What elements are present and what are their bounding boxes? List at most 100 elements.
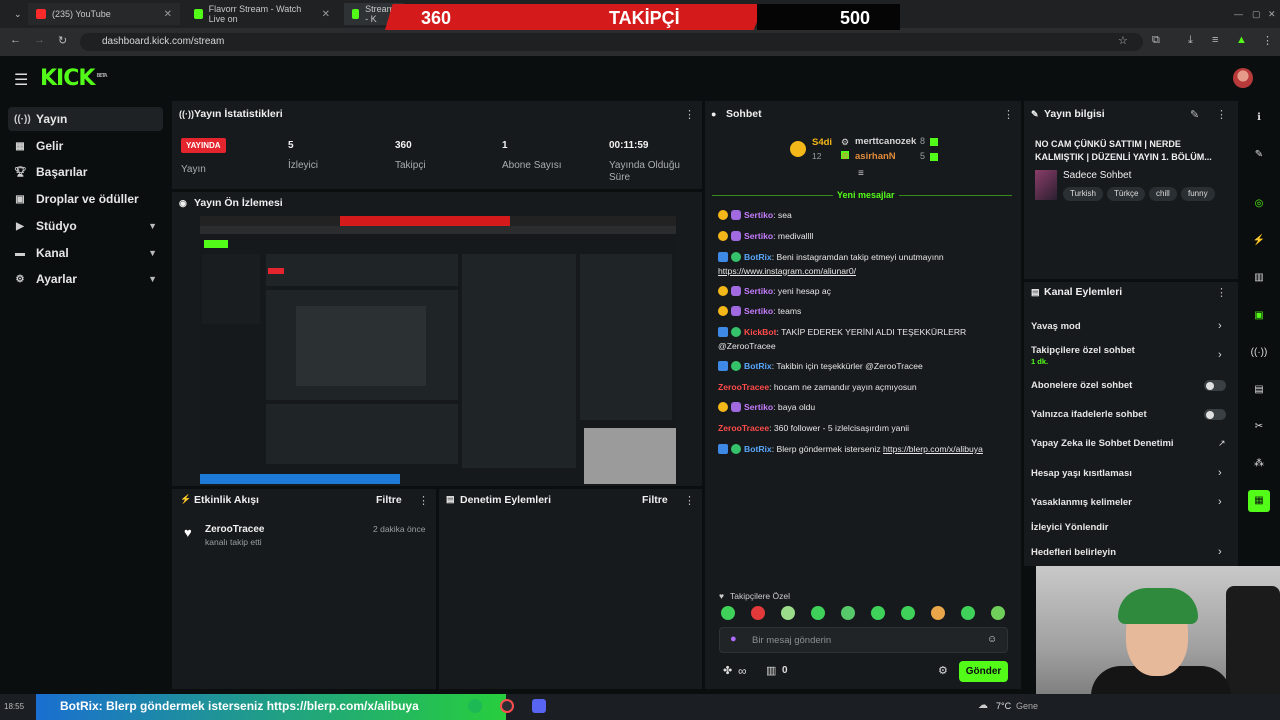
collapse-icon[interactable]: ≡ — [858, 168, 864, 179]
close-icon[interactable]: ✕ — [164, 9, 172, 20]
category-name[interactable]: Sadece Sohbet — [1063, 170, 1131, 181]
sidebar-item-gelir[interactable]: ▦ Gelir — [8, 134, 163, 158]
tag-chip[interactable]: Türkçe — [1107, 187, 1146, 201]
activity-menu-icon[interactable]: ⋮ — [418, 494, 429, 507]
tag-chip[interactable]: chill — [1149, 187, 1177, 201]
back-icon[interactable]: ← — [10, 34, 21, 46]
action-emotes-only[interactable]: Yalnızca ifadelerle sohbet — [1031, 409, 1147, 420]
chat-username[interactable]: ZerooTracee — [718, 423, 769, 433]
gift-icon[interactable]: ▥ — [766, 664, 776, 677]
chat-username[interactable]: KickBot — [744, 327, 776, 337]
stats-menu-icon[interactable]: ⋮ — [684, 108, 695, 121]
action-banned-words[interactable]: Yasaklanmış kelimeler — [1031, 497, 1132, 508]
bookmark-star-icon[interactable]: ☆ — [1118, 34, 1128, 47]
chevron-right-icon[interactable]: › — [1218, 320, 1222, 332]
action-raid[interactable]: İzleyici Yönlendir — [1031, 522, 1108, 533]
nodes-icon[interactable]: ⁂ — [1248, 453, 1270, 475]
tag-chip[interactable]: funny — [1181, 187, 1215, 201]
chevron-right-icon[interactable]: › — [1218, 467, 1222, 479]
sidebar-item-studyo[interactable]: ▶ Stüdyo ▼ — [8, 214, 163, 238]
teams-icon[interactable] — [532, 699, 546, 713]
emotes-only-toggle[interactable] — [1204, 409, 1226, 420]
kick-logo[interactable]: KICK BETA — [40, 66, 108, 91]
sidebar-item-yayin[interactable]: ((·)) Yayın — [8, 107, 163, 131]
tag-chip[interactable]: Turkish — [1063, 187, 1103, 201]
camera-icon[interactable]: ◎ — [1248, 193, 1270, 215]
chat-username[interactable]: BotRix — [744, 444, 772, 454]
top2-name[interactable]: merttcanozek — [855, 136, 916, 147]
emote-icon[interactable] — [781, 606, 795, 620]
wrench-icon[interactable]: ✂ — [1248, 416, 1270, 438]
forward-icon[interactable]: → — [34, 34, 45, 46]
reload-icon[interactable]: ↻ — [58, 34, 67, 47]
chat-username[interactable]: BotRix — [744, 361, 772, 371]
obs-icon[interactable] — [500, 699, 514, 713]
action-ai-moderation[interactable]: Yapay Zeka ile Sohbet Denetimi — [1031, 438, 1174, 449]
clapper-icon[interactable]: ▦ — [1248, 490, 1270, 512]
chat-settings-icon[interactable]: ⚙ — [938, 664, 948, 677]
action-set-goals[interactable]: Hedefleri belirleyin — [1031, 547, 1116, 558]
emote-icon[interactable] — [931, 606, 945, 620]
layout-icon[interactable]: ▤ — [1248, 379, 1270, 401]
chat-link[interactable]: https://www.instagram.com/aliunar0/ — [718, 266, 856, 276]
external-link-icon[interactable]: ↗ — [1218, 438, 1226, 449]
spotify-icon[interactable] — [468, 699, 482, 713]
tab-youtube[interactable]: (235) YouTube ✕ — [28, 3, 180, 25]
emote-icon[interactable] — [871, 606, 885, 620]
activity-filter-button[interactable]: Filtre — [376, 494, 402, 506]
edit-stream-icon[interactable]: ✎ — [1190, 108, 1199, 121]
moderation-menu-icon[interactable]: ⋮ — [684, 494, 695, 507]
emote-icon[interactable] — [811, 606, 825, 620]
channel-actions-menu-icon[interactable]: ⋮ — [1216, 286, 1227, 299]
stream-info-menu-icon[interactable]: ⋮ — [1216, 108, 1227, 121]
emote-icon[interactable] — [841, 606, 855, 620]
pencil-icon[interactable]: ✎ — [1248, 144, 1270, 166]
chevron-right-icon[interactable]: › — [1218, 496, 1222, 508]
user-avatar[interactable] — [1233, 68, 1253, 88]
hamburger-menu-icon[interactable]: ☰ — [14, 70, 28, 90]
action-subscribers-only[interactable]: Abonelere özel sohbet — [1031, 380, 1132, 391]
chat-menu-icon[interactable]: ⋮ — [1003, 108, 1014, 121]
top3-name[interactable]: asirhanN — [855, 151, 896, 162]
emoji-icon[interactable]: ☺ — [987, 634, 997, 645]
emote-icon[interactable] — [751, 606, 765, 620]
chat-link[interactable]: https://blerp.com/x/alibuya — [883, 444, 983, 454]
sidebar-item-droplar[interactable]: ▣ Droplar ve ödüller — [8, 187, 163, 211]
category-thumbnail[interactable] — [1035, 170, 1057, 200]
extension-icon[interactable]: ▲ — [1236, 34, 1247, 46]
chat-username[interactable]: Sertiko — [744, 286, 773, 296]
chat-username[interactable]: ZerooTracee — [718, 382, 769, 392]
moderation-filter-button[interactable]: Filtre — [642, 494, 668, 506]
event-user[interactable]: ZerooTracee — [205, 524, 264, 535]
chat-bubble-icon[interactable]: ▣ — [1248, 305, 1270, 327]
tab-list-icon[interactable]: ⌄ — [6, 3, 26, 25]
url-field[interactable]: dashboard.kick.com/stream — [80, 33, 1143, 51]
subscribers-only-toggle[interactable] — [1204, 380, 1226, 391]
action-followers-only[interactable]: Takipçilere özel sohbet — [1031, 345, 1135, 356]
tab-flavorr[interactable]: Flavorr Stream - Watch Live on ✕ — [186, 3, 338, 25]
chevron-right-icon[interactable]: › — [1218, 349, 1222, 361]
sidebar-item-ayarlar[interactable]: ⚙ Ayarlar ▼ — [8, 267, 163, 291]
info-icon[interactable]: ℹ — [1248, 107, 1270, 129]
browser-menu-icon[interactable]: ⋮ — [1262, 34, 1273, 47]
emote-icon[interactable] — [721, 606, 735, 620]
chat-username[interactable]: Sertiko — [744, 402, 773, 412]
sidebar-item-basarilar[interactable]: 🏆︎ Başarılar — [8, 160, 163, 184]
broadcast-icon[interactable]: ((·)) — [1248, 342, 1270, 364]
trash-icon[interactable]: ▥ — [1248, 267, 1270, 289]
window-close-icon[interactable]: ✕ — [1260, 3, 1280, 25]
send-button[interactable]: Gönder — [959, 661, 1008, 682]
chat-username[interactable]: Sertiko — [744, 306, 773, 316]
chat-username[interactable]: Sertiko — [744, 231, 773, 241]
points-icon[interactable]: ✤ — [723, 664, 732, 677]
close-icon[interactable]: ✕ — [322, 9, 330, 20]
extensions-icon[interactable]: ⧉ — [1152, 34, 1160, 47]
media-icon[interactable]: ≡ — [1212, 34, 1218, 46]
emote-icon[interactable] — [901, 606, 915, 620]
chat-username[interactable]: BotRix — [744, 252, 772, 262]
microphone-icon[interactable]: ● — [730, 633, 737, 645]
action-slow-mode[interactable]: Yavaş mod — [1031, 321, 1081, 332]
emote-icon[interactable] — [961, 606, 975, 620]
chevron-right-icon[interactable]: › — [1218, 546, 1222, 558]
lightning-icon[interactable]: ⚡ — [1248, 230, 1270, 252]
